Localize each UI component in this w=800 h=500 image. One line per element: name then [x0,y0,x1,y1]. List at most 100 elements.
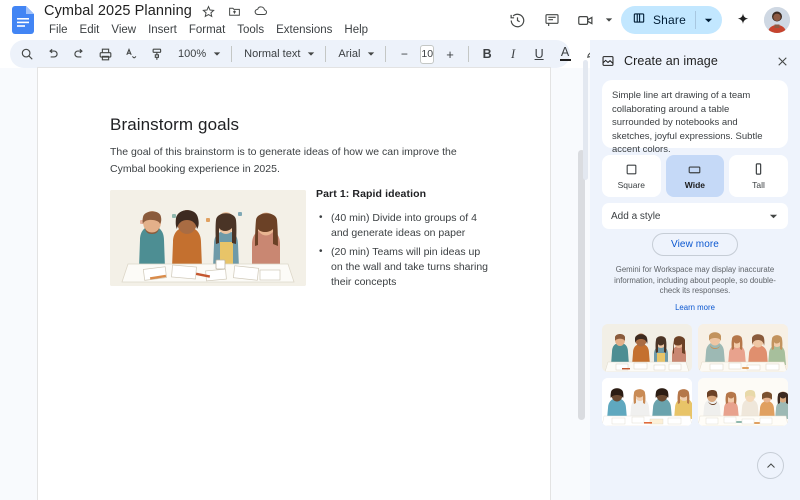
move-to-folder-icon[interactable] [226,2,244,20]
docs-logo-icon[interactable] [12,6,34,34]
list-item: (20 min) Teams will pin ideas up on the … [316,244,492,290]
view-more-button[interactable]: View more [652,233,738,256]
gemini-spark-icon[interactable] [728,5,758,35]
menu-item-extensions[interactable]: Extensions [270,22,338,39]
title-row: Cymbal 2025 Planning [44,2,374,21]
bold-button[interactable]: B [474,42,500,66]
size-option-label: Wide [684,180,705,190]
style-select-value: Add a style [611,210,661,222]
search-icon[interactable] [14,42,40,66]
size-options-group: Square Wide Tall [602,155,788,197]
size-option-square[interactable]: Square [602,155,661,197]
create-image-panel: Create an image Simple line art drawing … [590,40,800,500]
image-frame-icon [600,53,616,69]
learn-more-link[interactable]: Learn more [590,303,800,312]
spelling-check-icon[interactable] [118,42,144,66]
wide-rectangle-icon [688,162,701,176]
share-label: Share [652,13,686,27]
close-icon[interactable] [772,51,792,71]
font-family-selector[interactable]: Arial [331,43,380,65]
prompt-input[interactable]: Simple line art drawing of a team collab… [602,80,788,155]
result-thumbnail[interactable] [698,378,788,426]
menu-item-help[interactable]: Help [338,22,374,39]
document-section-title: Part 1: Rapid ideation [316,188,427,200]
italic-button[interactable]: I [500,42,526,66]
document-scrollbar[interactable] [578,150,585,420]
panel-header: Create an image [590,46,800,76]
zoom-level-label: 100% [178,48,207,60]
text-color-swatch [559,59,571,61]
prompt-text[interactable]: Simple line art drawing of a team collab… [612,89,778,157]
version-history-icon[interactable] [503,5,533,35]
zoom-selector[interactable]: 100% [172,43,226,65]
toolbar-divider [468,46,470,62]
decrease-font-size-button[interactable]: − [391,42,417,66]
text-color-label: A [560,45,570,59]
panel-scrollbar[interactable] [583,60,588,180]
star-icon[interactable] [200,2,218,20]
generated-results-grid [602,324,788,426]
document-paragraph: The goal of this brainstorm is to genera… [110,146,457,175]
formatting-toolbar: 100% Normal text Arial − 10 + B I U A [10,40,708,68]
menu-item-view[interactable]: View [105,22,142,39]
page-title: Brainstorm goals [110,115,240,134]
title-and-menus: Cymbal 2025 Planning File Edit View Inse… [44,2,374,39]
panel-title: Create an image [624,54,718,68]
size-option-label: Square [617,180,645,190]
share-chevron-down-icon[interactable] [701,13,715,27]
scroll-to-top-button[interactable] [757,452,784,479]
print-icon[interactable] [92,42,118,66]
size-option-wide[interactable]: Wide [665,155,725,197]
menu-item-file[interactable]: File [43,22,74,39]
toolbar-divider [385,46,387,62]
menu-item-format[interactable]: Format [183,22,231,39]
style-chevron-down-icon[interactable] [767,210,779,222]
cloud-saved-icon[interactable] [252,2,270,20]
share-button[interactable]: Share [620,6,722,34]
document-illustration[interactable] [110,190,306,286]
meet-chevron-down-icon[interactable] [603,14,615,26]
size-option-tall[interactable]: Tall [729,155,788,197]
menu-item-edit[interactable]: Edit [74,22,106,39]
paint-format-icon[interactable] [144,42,170,66]
toolbar-divider [231,46,233,62]
user-avatar[interactable] [764,7,790,33]
menu-item-insert[interactable]: Insert [142,22,183,39]
comment-icon[interactable] [537,5,567,35]
underline-button[interactable]: U [526,42,552,66]
font-family-label: Arial [338,48,361,60]
increase-font-size-button[interactable]: + [437,42,463,66]
meet-camera-button[interactable] [569,5,615,35]
share-lock-icon [632,11,646,30]
text-style-selector[interactable]: Normal text [237,43,320,65]
document-page[interactable]: Brainstorm goals The goal of this brains… [38,68,550,500]
document-canvas[interactable]: Brainstorm goals The goal of this brains… [0,68,590,500]
view-more-label: View more [671,239,719,250]
font-family-chevron-down-icon[interactable] [364,47,378,61]
menu-bar: File Edit View Insert Format Tools Exten… [44,22,374,39]
undo-icon[interactable] [40,42,66,66]
menu-item-tools[interactable]: Tools [231,22,270,39]
tall-rectangle-icon [754,162,763,176]
style-select[interactable]: Add a style [602,203,788,229]
app-header: Cymbal 2025 Planning File Edit View Inse… [0,0,800,40]
share-divider [695,11,696,29]
list-item: (40 min) Divide into groups of 4 and gen… [316,210,492,241]
google-docs-window: Cymbal 2025 Planning File Edit View Inse… [0,0,800,500]
document-title[interactable]: Cymbal 2025 Planning [44,2,192,21]
font-size-input[interactable]: 10 [420,44,435,64]
zoom-chevron-down-icon[interactable] [210,47,224,61]
disclaimer-text: Gemini for Workspace may display inaccur… [614,265,776,295]
toolbar-divider [325,46,327,62]
document-right-column: Part 1: Rapid ideation (40 min) Divide i… [316,188,492,294]
meet-camera-icon[interactable] [571,5,601,35]
text-style-chevron-down-icon[interactable] [304,47,318,61]
result-thumbnail[interactable] [698,324,788,372]
text-style-label: Normal text [244,48,301,60]
text-color-button[interactable]: A [552,42,578,66]
size-option-label: Tall [752,180,765,190]
result-thumbnail[interactable] [602,324,692,372]
result-thumbnail[interactable] [602,378,692,426]
document-bullet-list: (40 min) Divide into groups of 4 and gen… [316,210,492,290]
redo-icon[interactable] [66,42,92,66]
